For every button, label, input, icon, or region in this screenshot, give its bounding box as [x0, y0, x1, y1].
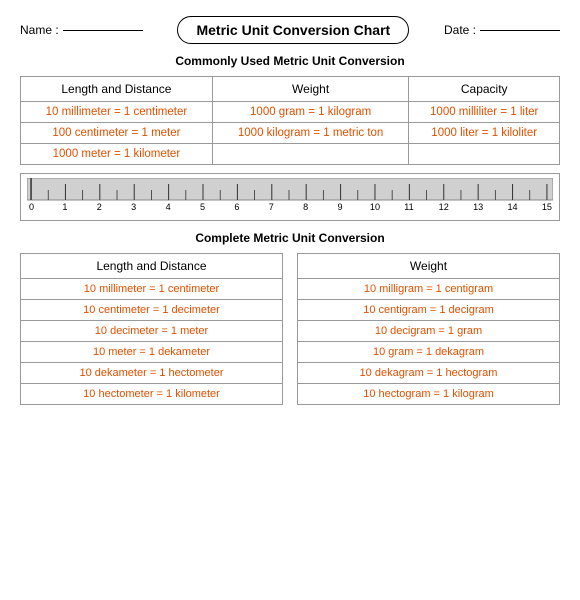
- complete-length-row-3: 10 decimeter = 1 meter: [21, 321, 283, 342]
- list-item: 10 hectogram = 1 kilogram: [298, 384, 560, 405]
- list-item: 10 decigram = 1 gram: [298, 321, 560, 342]
- svg-text:10: 10: [370, 202, 380, 212]
- date-field: Date :: [444, 23, 560, 37]
- table-row: 10 millimeter = 1 centimeter 1000 gram =…: [21, 102, 560, 123]
- list-item: 10 dekameter = 1 hectometer: [21, 363, 283, 384]
- svg-text:4: 4: [166, 202, 171, 212]
- svg-text:2: 2: [97, 202, 102, 212]
- complete-length-row-4: 10 meter = 1 dekameter: [21, 342, 283, 363]
- col-header-capacity: Capacity: [409, 77, 560, 102]
- complete-weight-row-1: 10 milligram = 1 centigram: [298, 279, 560, 300]
- table-row: 1000 meter = 1 kilometer: [21, 144, 560, 165]
- col-header-weight: Weight: [212, 77, 409, 102]
- capacity-row-1: 1000 milliliter = 1 liter: [409, 102, 560, 123]
- list-item: 10 gram = 1 dekagram: [298, 342, 560, 363]
- complete-length-row-1: 10 millimeter = 1 centimeter: [21, 279, 283, 300]
- ruler-container: 0 1 2 3 4 5 6 7 8 9 10 11 12 13 14 15: [20, 173, 560, 221]
- svg-text:14: 14: [507, 202, 517, 212]
- complete-tables-container: Length and Distance 10 millimeter = 1 ce…: [20, 253, 560, 405]
- length-row-1: 10 millimeter = 1 centimeter: [21, 102, 213, 123]
- complete-length-row-5: 10 dekameter = 1 hectometer: [21, 363, 283, 384]
- page-title: Metric Unit Conversion Chart: [177, 16, 409, 44]
- svg-text:3: 3: [131, 202, 136, 212]
- svg-text:7: 7: [269, 202, 274, 212]
- svg-text:0: 0: [29, 202, 34, 212]
- date-line: [480, 30, 560, 31]
- weight-row-2: 1000 kilogram = 1 metric ton: [212, 123, 409, 144]
- capacity-row-2: 1000 liter = 1 kiloliter: [409, 123, 560, 144]
- name-line: [63, 30, 143, 31]
- svg-text:12: 12: [439, 202, 449, 212]
- complete-weight-header: Weight: [298, 254, 560, 279]
- page-header: Name : Metric Unit Conversion Chart Date…: [20, 16, 560, 44]
- weight-row-3: [212, 144, 409, 165]
- list-item: 10 milligram = 1 centigram: [298, 279, 560, 300]
- complete-weight-row-2: 10 centigram = 1 decigram: [298, 300, 560, 321]
- capacity-row-3: [409, 144, 560, 165]
- list-item: 10 centigram = 1 decigram: [298, 300, 560, 321]
- weight-row-1: 1000 gram = 1 kilogram: [212, 102, 409, 123]
- length-row-3: 1000 meter = 1 kilometer: [21, 144, 213, 165]
- common-conversion-table: Length and Distance Weight Capacity 10 m…: [20, 76, 560, 165]
- svg-text:15: 15: [542, 202, 552, 212]
- complete-length-table: Length and Distance 10 millimeter = 1 ce…: [20, 253, 283, 405]
- name-label: Name :: [20, 23, 59, 37]
- complete-weight-row-3: 10 decigram = 1 gram: [298, 321, 560, 342]
- complete-weight-table: Weight 10 milligram = 1 centigram 10 cen…: [297, 253, 560, 405]
- svg-text:11: 11: [404, 202, 413, 212]
- list-item: 10 millimeter = 1 centimeter: [21, 279, 283, 300]
- complete-weight-row-6: 10 hectogram = 1 kilogram: [298, 384, 560, 405]
- svg-text:6: 6: [234, 202, 239, 212]
- list-item: 10 decimeter = 1 meter: [21, 321, 283, 342]
- svg-text:1: 1: [62, 202, 67, 212]
- list-item: 10 centimeter = 1 decimeter: [21, 300, 283, 321]
- complete-section-title: Complete Metric Unit Conversion: [20, 231, 560, 245]
- complete-length-row-6: 10 hectometer = 1 kilometer: [21, 384, 283, 405]
- complete-length-header: Length and Distance: [21, 254, 283, 279]
- date-label: Date :: [444, 23, 476, 37]
- svg-text:9: 9: [338, 202, 343, 212]
- common-section-title: Commonly Used Metric Unit Conversion: [20, 54, 560, 68]
- svg-text:13: 13: [473, 202, 483, 212]
- name-field: Name :: [20, 23, 143, 37]
- complete-weight-row-4: 10 gram = 1 dekagram: [298, 342, 560, 363]
- ruler-svg: 0 1 2 3 4 5 6 7 8 9 10 11 12 13 14 15: [27, 178, 553, 216]
- svg-text:8: 8: [303, 202, 308, 212]
- svg-text:5: 5: [200, 202, 205, 212]
- table-row: 100 centimeter = 1 meter 1000 kilogram =…: [21, 123, 560, 144]
- complete-length-row-2: 10 centimeter = 1 decimeter: [21, 300, 283, 321]
- list-item: 10 hectometer = 1 kilometer: [21, 384, 283, 405]
- list-item: 10 dekagram = 1 hectogram: [298, 363, 560, 384]
- col-header-length: Length and Distance: [21, 77, 213, 102]
- list-item: 10 meter = 1 dekameter: [21, 342, 283, 363]
- length-row-2: 100 centimeter = 1 meter: [21, 123, 213, 144]
- complete-weight-row-5: 10 dekagram = 1 hectogram: [298, 363, 560, 384]
